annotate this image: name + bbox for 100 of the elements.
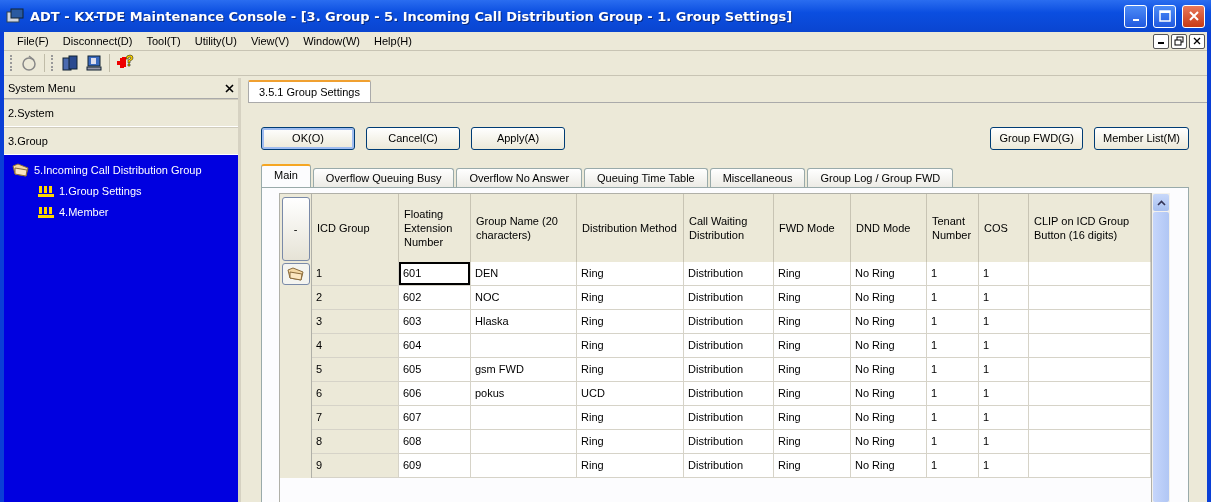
table-cell: 1 (979, 310, 1029, 334)
table-cell: UCD (577, 382, 684, 406)
table-cell: 9 (312, 454, 399, 478)
table-cell: Ring (577, 334, 684, 358)
table-cell: Ring (774, 406, 851, 430)
group-icon (37, 204, 55, 219)
dialog-button[interactable]: Apply(A) (471, 126, 565, 150)
table-cell: 1 (927, 430, 979, 454)
table-cell: No Ring (851, 430, 927, 454)
table-cell: 1 (979, 430, 1029, 454)
table-cell: Distribution (684, 334, 774, 358)
table-cell: Ring (577, 286, 684, 310)
caret-up-icon[interactable] (1156, 199, 1166, 206)
table-cell: No Ring (851, 382, 927, 406)
computer-icon[interactable] (85, 54, 103, 72)
table-cell: No Ring (851, 334, 927, 358)
sidebar-section[interactable]: 2.System (4, 99, 238, 127)
table-cell: No Ring (851, 454, 927, 478)
table-cell: 7 (312, 406, 399, 430)
table-cell: Distribution (684, 406, 774, 430)
table-cell: 604 (399, 334, 471, 358)
table-cell: Ring (577, 430, 684, 454)
table-cell: 1 (927, 382, 979, 406)
scrollbar[interactable] (1152, 193, 1170, 502)
table-cell: 609 (399, 454, 471, 478)
table-cell: 605 (399, 358, 471, 382)
tab[interactable]: Miscellaneous (709, 168, 806, 187)
menu-item[interactable]: Help(H) (367, 35, 419, 47)
tab[interactable]: Overflow No Answer (456, 168, 583, 187)
table-cell: DEN (471, 262, 577, 286)
window-title: ADT - KX-TDE Maintenance Console - [3. Group - 5. Incoming Call Distribution Group - 1. Group Settings] (30, 8, 794, 24)
table-cell: Ring (774, 286, 851, 310)
table-cell: Ring (774, 382, 851, 406)
folder-icon (12, 161, 30, 178)
close-icon[interactable] (225, 83, 234, 93)
table-cell: NOC (471, 286, 577, 310)
tree-item[interactable]: 5.Incoming Call Distribution Group (34, 163, 202, 176)
table-cell: 607 (399, 406, 471, 430)
table-cell: Ring (577, 262, 684, 286)
table-cell: 1 (979, 262, 1029, 286)
dialog-button[interactable]: OK(O) (261, 126, 355, 150)
panel-title: System Menu (8, 82, 76, 94)
table-cell: Distribution (684, 310, 774, 334)
table-cell: Ring (774, 358, 851, 382)
document-tab[interactable]: 3.5.1 Group Settings (248, 80, 371, 102)
table-cell: Ring (577, 454, 684, 478)
table-cell: 6 (312, 382, 399, 406)
table-cell: Ring (577, 406, 684, 430)
tree-item[interactable]: 4.Member (59, 205, 109, 218)
close-icon (1193, 37, 1201, 45)
select-all-button[interactable]: - (281, 197, 310, 261)
table-cell: No Ring (851, 286, 927, 310)
table-cell: Distribution (684, 382, 774, 406)
connect-icon[interactable] (20, 54, 38, 72)
dialog-button[interactable]: Group FWD(G) (990, 126, 1083, 150)
app-icon (6, 8, 24, 24)
menu-item[interactable]: Utility(U) (187, 35, 244, 47)
table-cell: Ring (577, 358, 684, 382)
table-cell: No Ring (851, 262, 927, 286)
table-cell: Ring (774, 310, 851, 334)
maximize-icon (1158, 10, 1171, 22)
table-cell: 1 (979, 454, 1029, 478)
table-cell: Hlaska (471, 310, 577, 334)
table-cell: 4 (312, 334, 399, 358)
table-cell: pokus (471, 382, 577, 406)
restore-icon (1174, 36, 1184, 46)
table-cell: 1 (979, 334, 1029, 358)
table-cell: 1 (927, 262, 979, 286)
table-cell: 602 (399, 286, 471, 310)
close-button[interactable] (1189, 33, 1205, 49)
menu-item[interactable]: File(F) (10, 35, 56, 47)
device-icon[interactable] (61, 54, 79, 72)
maximize-button[interactable] (1153, 4, 1176, 28)
table-cell: 1 (979, 358, 1029, 382)
tab[interactable]: Overflow Queuing Busy (312, 168, 455, 187)
menu-item[interactable]: Window(W) (296, 35, 368, 47)
table-cell: 608 (399, 430, 471, 454)
table-cell: Ring (774, 454, 851, 478)
menu-item[interactable]: Disconnect(D) (55, 35, 140, 47)
tree-item[interactable]: 1.Group Settings (59, 184, 142, 197)
minimize-button[interactable] (1153, 33, 1169, 49)
folder-icon (286, 266, 305, 282)
table-cell: 603 (399, 310, 471, 334)
tab[interactable]: Main (261, 164, 311, 187)
tab[interactable]: Queuing Time Table (584, 168, 708, 187)
dialog-button[interactable]: Member List(M) (1094, 126, 1189, 150)
tab[interactable]: Group Log / Group FWD (807, 168, 954, 187)
table-cell: 5 (312, 358, 399, 382)
table-cell: 2 (312, 286, 399, 310)
table-cell: 606 (399, 382, 471, 406)
restore-button[interactable] (1171, 33, 1187, 49)
table-cell: Distribution (684, 454, 774, 478)
table-cell: Distribution (684, 358, 774, 382)
menu-item[interactable]: Tool(T) (139, 35, 188, 47)
dialog-button[interactable]: Cancel(C) (366, 126, 460, 150)
table-cell: No Ring (851, 310, 927, 334)
table-cell: Ring (774, 262, 851, 286)
table-cell: 3 (312, 310, 399, 334)
menu-item[interactable]: View(V) (243, 35, 297, 47)
table-cell: 1 (927, 454, 979, 478)
